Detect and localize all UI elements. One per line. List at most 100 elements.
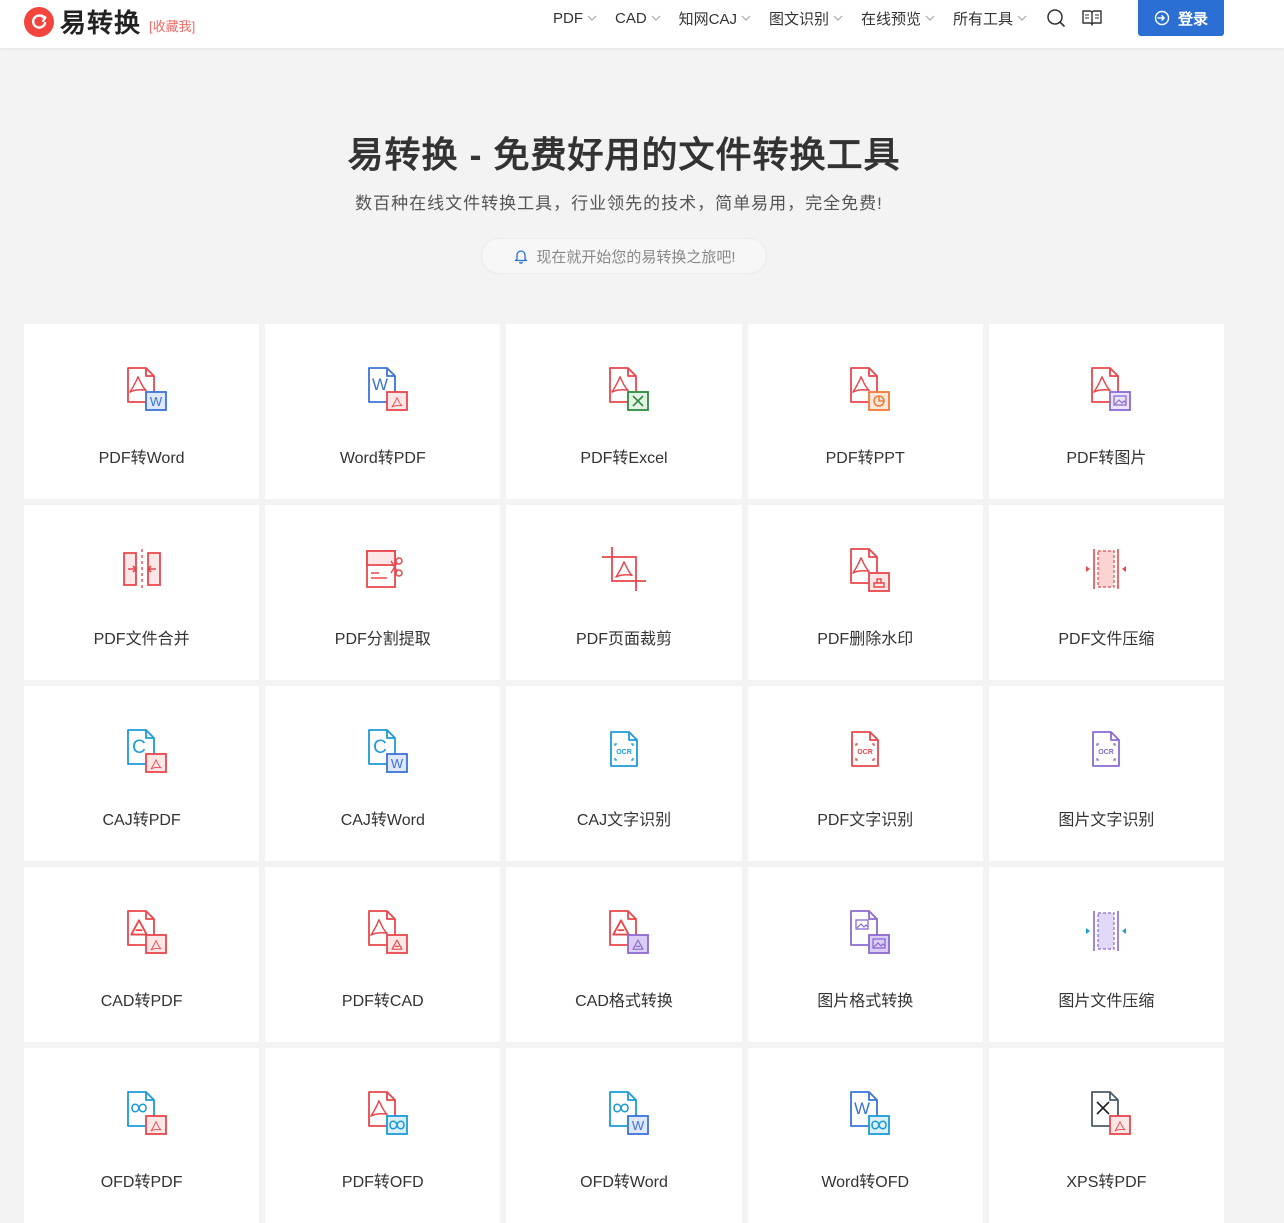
login-label: 登录: [1177, 10, 1208, 28]
caj-ocr-icon: OCR: [610, 731, 638, 767]
login-button[interactable]: 登录: [1138, 0, 1224, 36]
tool-card-pdf-compress[interactable]: PDF文件压缩: [988, 505, 1224, 680]
svg-text:W: W: [372, 375, 388, 394]
tool-label: Word转OFD: [821, 1174, 910, 1191]
tool-card-image-format[interactable]: 图片格式转换: [747, 867, 983, 1042]
main-nav: PDF CAD 知网CAJ 图文识别 在线预览 所有工具: [553, 0, 1117, 36]
tool-card-image-compress[interactable]: 图片文件压缩: [988, 867, 1224, 1042]
tool-card-pdf-to-ppt[interactable]: PDF转PPT: [747, 324, 983, 499]
svg-text:W: W: [149, 394, 162, 409]
tool-card-caj-to-word[interactable]: C W CAJ转Word: [265, 686, 501, 861]
pdf-to-ppt-icon: [850, 367, 891, 411]
pdf-split-icon: [365, 550, 403, 588]
chevron-down-icon: [1017, 15, 1027, 21]
tool-label: OFD转PDF: [100, 1174, 183, 1191]
tool-label: CAD格式转换: [575, 993, 673, 1010]
tool-label: CAJ转PDF: [102, 812, 181, 829]
nav-caj[interactable]: 知网CAJ: [679, 8, 752, 29]
site-logo[interactable]: 易转换 [收藏我]: [24, 3, 195, 40]
svg-text:W: W: [854, 1099, 870, 1118]
tool-card-caj-to-pdf[interactable]: C CAJ转PDF: [24, 686, 260, 861]
tool-card-pdf-to-ofd[interactable]: PDF转OFD: [265, 1048, 501, 1223]
top-header: 易转换 [收藏我] PDF CAD 知网CAJ 图文识别 在线预览 所有工具 登录: [0, 0, 1284, 48]
start-journey-text: 现在就开始您的易转换之旅吧!: [536, 248, 736, 266]
pdf-to-cad-icon: [367, 910, 408, 954]
pdf-ocr-icon: OCR: [851, 731, 880, 767]
image-ocr-icon: OCR: [1092, 731, 1121, 767]
logo-text: 易转换: [60, 8, 142, 38]
pdf-compress-icon: [1086, 549, 1127, 589]
tool-card-pdf-to-cad[interactable]: PDF转CAD: [265, 867, 501, 1042]
book-icon[interactable]: [1081, 7, 1103, 29]
tool-card-caj-ocr[interactable]: OCR CAJ文字识别: [506, 686, 742, 861]
caj-to-word-icon: CW: [367, 729, 408, 773]
chevron-down-icon: [651, 15, 661, 21]
word-to-ofd-icon: W: [850, 1091, 891, 1135]
xps-to-pdf-icon: [1091, 1091, 1132, 1135]
tool-card-pdf-to-word[interactable]: W PDF转Word: [24, 324, 260, 499]
tool-label: PDF转CAD: [341, 993, 424, 1010]
nav-cad[interactable]: CAD: [615, 10, 662, 27]
nav-label: 在线预览: [861, 10, 922, 28]
image-compress-icon: [1086, 911, 1127, 951]
tool-card-pdf-split[interactable]: PDF分割提取: [265, 505, 501, 680]
svg-text:OCR: OCR: [1099, 749, 1115, 756]
tool-card-word-to-ofd[interactable]: W Word转OFD: [747, 1048, 983, 1223]
nav-all-tools[interactable]: 所有工具: [953, 8, 1028, 29]
tool-label: CAJ转Word: [340, 812, 425, 829]
nav-label: 所有工具: [953, 10, 1014, 28]
tool-label: PDF文件合并: [93, 631, 190, 648]
page-subtitle: 数百种在线文件转换工具，行业领先的技术，简单易用，完全免费!: [355, 194, 883, 213]
cad-format-icon: [609, 910, 649, 954]
tool-label: 图片格式转换: [817, 993, 914, 1010]
pdf-merge-icon: [122, 549, 161, 589]
svg-text:OCR: OCR: [857, 749, 873, 756]
tool-card-image-ocr[interactable]: OCR 图片文字识别: [988, 686, 1224, 861]
ofd-to-pdf-icon: [126, 1091, 167, 1135]
tool-card-pdf-ocr[interactable]: OCR PDF文字识别: [747, 686, 983, 861]
pdf-to-image-icon: [1091, 367, 1132, 411]
tool-card-xps-to-pdf[interactable]: XPS转PDF: [988, 1048, 1224, 1223]
tool-card-pdf-to-image[interactable]: PDF转图片: [988, 324, 1224, 499]
tool-card-ofd-to-word[interactable]: W OFD转Word: [506, 1048, 742, 1223]
chevron-down-icon: [587, 15, 597, 21]
tool-label: PDF转Word: [98, 450, 185, 467]
svg-text:W: W: [632, 1118, 645, 1133]
pdf-remove-watermark-icon: [850, 548, 891, 592]
tool-label: PDF转PPT: [825, 450, 905, 467]
tool-card-ofd-to-pdf[interactable]: OFD转PDF: [24, 1048, 260, 1223]
ofd-to-word-icon: W: [609, 1091, 649, 1135]
tool-label: 图片文字识别: [1058, 812, 1155, 829]
search-icon[interactable]: [1045, 7, 1067, 29]
nav-label: 图文识别: [769, 10, 830, 28]
nav-ocr[interactable]: 图文识别: [769, 8, 844, 29]
tool-card-pdf-merge[interactable]: PDF文件合并: [24, 505, 260, 680]
nav-preview[interactable]: 在线预览: [861, 8, 936, 29]
pdf-to-ofd-icon: [367, 1091, 408, 1135]
tool-label: PDF分割提取: [334, 631, 431, 648]
tool-card-cad-format[interactable]: CAD格式转换: [506, 867, 742, 1042]
tool-label: PDF转图片: [1066, 450, 1147, 467]
pdf-crop-icon: [601, 547, 646, 591]
tool-card-word-to-pdf[interactable]: W Word转PDF: [265, 324, 501, 499]
start-journey-pill[interactable]: 现在就开始您的易转换之旅吧!: [481, 238, 767, 274]
tool-card-pdf-remove-watermark[interactable]: PDF删除水印: [747, 505, 983, 680]
pdf-to-excel-icon: [609, 367, 649, 411]
nav-label: 知网CAJ: [678, 10, 738, 28]
tool-label: PDF页面裁剪: [575, 631, 672, 648]
nav-pdf[interactable]: PDF: [553, 10, 598, 27]
login-icon: [1154, 10, 1170, 26]
tool-label: PDF转Excel: [580, 450, 668, 467]
tool-label: PDF转OFD: [341, 1174, 424, 1191]
cad-to-pdf-icon: [126, 910, 167, 954]
tool-label: CAD转PDF: [100, 993, 183, 1010]
chevron-down-icon: [741, 15, 751, 21]
tool-card-cad-to-pdf[interactable]: CAD转PDF: [24, 867, 260, 1042]
bookmark-link[interactable]: [收藏我]: [149, 16, 195, 35]
image-format-icon: [850, 910, 891, 954]
chevron-down-icon: [925, 15, 935, 21]
tool-card-pdf-crop[interactable]: PDF页面裁剪: [506, 505, 742, 680]
tool-card-pdf-to-excel[interactable]: PDF转Excel: [506, 324, 742, 499]
nav-label: PDF: [553, 9, 583, 27]
tool-label: CAJ文字识别: [576, 812, 672, 829]
